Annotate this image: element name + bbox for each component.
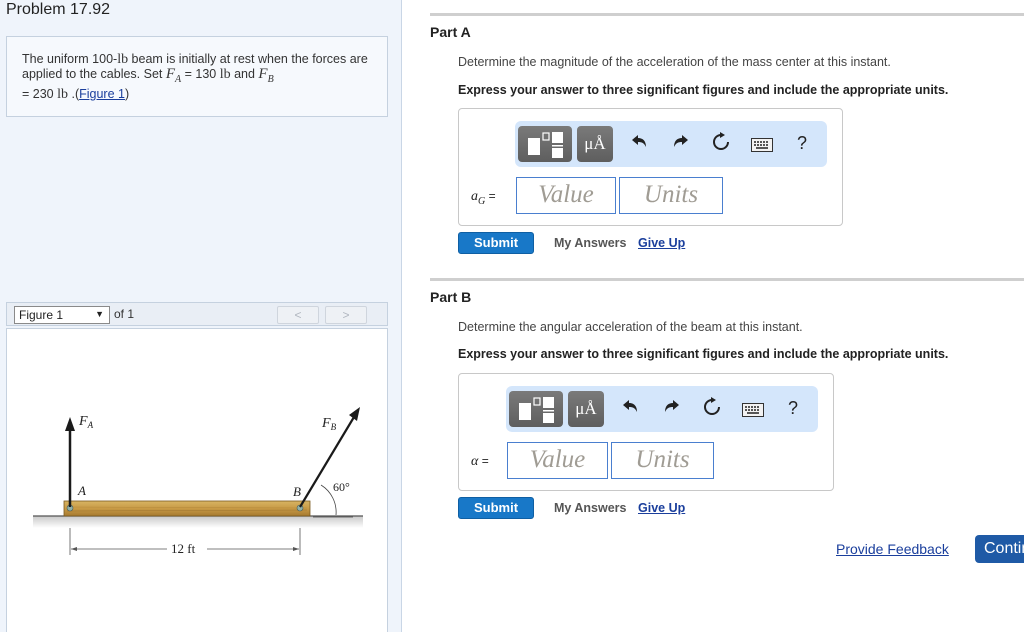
part-b-variable-label: α =	[471, 454, 489, 469]
reset-icon[interactable]	[702, 397, 722, 423]
part-a-answer-box: μÅ ? aG = Value Units	[458, 108, 843, 226]
undo-icon[interactable]	[622, 397, 640, 421]
part-a-value-input[interactable]: Value	[516, 177, 616, 214]
part-a-give-up-link[interactable]: Give Up	[638, 236, 685, 250]
continue-button[interactable]: Continue	[975, 535, 1024, 563]
part-b-submit-button[interactable]: Submit	[458, 497, 534, 519]
part-a-description: Determine the magnitude of the accelerat…	[458, 55, 891, 69]
keyboard-icon[interactable]	[742, 400, 764, 423]
part-b-math-toolbar: μÅ ?	[506, 386, 818, 432]
figure-link[interactable]: Figure 1	[79, 87, 125, 101]
part-a-instruction: Express your answer to three significant…	[458, 83, 949, 97]
keyboard-icon[interactable]	[751, 135, 773, 158]
part-a-submit-button[interactable]: Submit	[458, 232, 534, 254]
label-b: B	[293, 484, 301, 499]
help-icon[interactable]: ?	[788, 398, 798, 419]
problem-pane: Problem 17.92 The uniform 100-lb beam is…	[0, 0, 402, 632]
part-b-instruction: Express your answer to three significant…	[458, 347, 949, 361]
part-a-divider	[430, 13, 1024, 16]
label-fb: FB	[321, 416, 337, 432]
provide-feedback-link[interactable]: Provide Feedback	[836, 541, 949, 557]
ground	[33, 516, 363, 528]
problem-title: Problem 17.92	[6, 1, 111, 18]
part-a-units-input[interactable]: Units	[619, 177, 723, 214]
fraction-template-icon	[528, 132, 563, 158]
next-figure-button[interactable]: >	[325, 306, 367, 324]
label-dimension: 12 ft	[171, 541, 196, 556]
part-b-description: Determine the angular acceleration of th…	[458, 320, 803, 334]
force-b-arrowhead	[349, 407, 360, 421]
part-b-value-input[interactable]: Value	[507, 442, 608, 479]
label-a: A	[77, 483, 86, 498]
part-b-units-input[interactable]: Units	[611, 442, 714, 479]
reset-icon[interactable]	[711, 132, 731, 158]
label-fa: FA	[78, 414, 94, 430]
prev-figure-button[interactable]: <	[277, 306, 319, 324]
help-icon[interactable]: ?	[797, 133, 807, 154]
beam	[63, 500, 311, 517]
figure-select[interactable]: Figure 1 ▼	[14, 306, 110, 324]
units-symbol-button[interactable]: μÅ	[568, 391, 604, 427]
part-b-divider	[430, 278, 1024, 281]
part-a-title: Part A	[430, 24, 471, 40]
fb-symbol: FB	[258, 66, 274, 86]
fa-symbol: FA	[165, 66, 182, 86]
problem-statement: The uniform 100-lb beam is initially at …	[6, 36, 388, 117]
part-a-my-answers-link[interactable]: My Answers	[554, 236, 626, 250]
force-a-arrowhead	[65, 417, 75, 431]
templates-button[interactable]	[509, 391, 563, 427]
beam-diagram: FA A FB B 60° 12 ft	[33, 407, 363, 556]
figure-count: of 1	[114, 307, 135, 321]
part-b-answer-box: μÅ ? α = Value Units	[458, 373, 834, 491]
part-b-my-answers-link[interactable]: My Answers	[554, 501, 626, 515]
fraction-template-icon	[519, 397, 554, 423]
dropdown-caret-icon: ▼	[95, 309, 104, 319]
part-a-variable-label: aG =	[471, 189, 496, 207]
part-b-title: Part B	[430, 289, 472, 305]
redo-icon[interactable]	[662, 397, 680, 421]
templates-button[interactable]	[518, 126, 572, 162]
part-a-math-toolbar: μÅ ?	[515, 121, 827, 167]
label-angle: 60°	[333, 480, 350, 494]
figure-navigation: Figure 1 ▼ of 1 < >	[6, 302, 388, 326]
figure-canvas: FA A FB B 60° 12 ft	[6, 328, 388, 632]
undo-icon[interactable]	[631, 132, 649, 156]
units-symbol-button[interactable]: μÅ	[577, 126, 613, 162]
redo-icon[interactable]	[671, 132, 689, 156]
part-b-give-up-link[interactable]: Give Up	[638, 501, 685, 515]
